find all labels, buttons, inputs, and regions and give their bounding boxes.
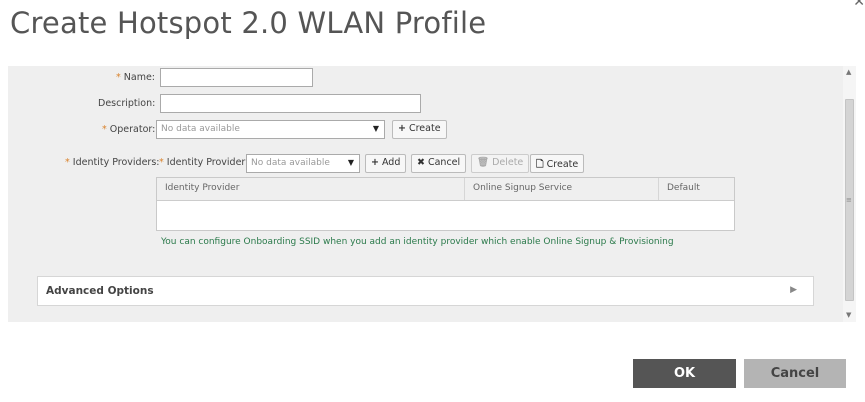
onboarding-hint: You can configure Onboarding SSID when y…: [161, 237, 674, 247]
required-marker: *: [65, 157, 73, 168]
name-label: * Name:: [116, 72, 155, 83]
identity-provider-sub-label-text: Identity Provider: [166, 157, 246, 168]
caret-down-icon: ▼: [347, 158, 354, 167]
create-provider-label: Create: [546, 159, 579, 170]
advanced-options-label: Advanced Options: [46, 285, 154, 297]
operator-select[interactable]: No data available ▼: [156, 120, 385, 139]
cancel-provider-button[interactable]: ✖ Cancel: [411, 154, 467, 173]
operator-create-button[interactable]: + Create: [392, 120, 447, 139]
close-icon[interactable]: ✕: [853, 0, 865, 10]
cancel-provider-label: Cancel: [427, 157, 461, 168]
add-button[interactable]: + Add: [365, 154, 407, 173]
triangle-right-icon: ▶: [790, 285, 797, 295]
scroll-down-icon[interactable]: ▼: [846, 311, 851, 319]
description-field[interactable]: [160, 94, 421, 113]
delete-label: Delete: [492, 157, 524, 168]
required-marker: *: [116, 72, 124, 83]
ok-button[interactable]: OK: [633, 359, 736, 388]
x-icon: ✖: [417, 157, 425, 168]
document-icon: 🗋: [536, 159, 544, 170]
identity-provider-select[interactable]: No data available ▼: [246, 154, 360, 173]
column-identity-provider[interactable]: Identity Provider: [157, 178, 464, 200]
name-field[interactable]: [160, 68, 313, 87]
description-label: Description:: [98, 98, 155, 109]
identity-provider-select-value: No data available: [251, 158, 330, 168]
identity-provider-table: Identity Provider Online Signup Service …: [156, 177, 735, 231]
name-label-text: Name:: [123, 72, 156, 83]
add-label: Add: [381, 157, 401, 168]
required-marker: *: [102, 124, 110, 135]
trash-icon: 🗑: [477, 157, 490, 168]
caret-down-icon: ▼: [372, 124, 379, 133]
scroll-up-icon[interactable]: ▲: [846, 68, 851, 76]
operator-create-label: Create: [408, 123, 441, 134]
operator-label: * Operator:: [102, 124, 155, 135]
column-online-signup-service[interactable]: Online Signup Service: [464, 178, 658, 200]
grip-icon: ≡: [846, 196, 852, 204]
delete-button[interactable]: 🗑 Delete: [471, 154, 530, 173]
identity-provider-sub-label: * Identity Provider: [159, 157, 245, 168]
create-provider-button[interactable]: 🗋 Create: [530, 154, 585, 173]
identity-providers-label-text: Identity Providers:: [72, 157, 160, 168]
column-default[interactable]: Default: [658, 178, 734, 200]
identity-providers-label: * Identity Providers:: [65, 157, 159, 168]
table-header: Identity Provider Online Signup Service …: [157, 178, 734, 201]
dialog-title: Create Hotspot 2.0 WLAN Profile: [10, 6, 487, 40]
operator-select-value: No data available: [161, 124, 240, 134]
advanced-options-section[interactable]: Advanced Options ▶: [37, 276, 814, 306]
plus-icon: +: [371, 157, 379, 168]
description-label-text: Description:: [98, 98, 156, 109]
cancel-button[interactable]: Cancel: [744, 359, 846, 388]
plus-icon: +: [398, 123, 406, 134]
operator-label-text: Operator:: [109, 124, 156, 135]
scrollbar[interactable]: ▲ ≡ ▼: [843, 66, 856, 322]
required-marker: *: [159, 157, 167, 168]
